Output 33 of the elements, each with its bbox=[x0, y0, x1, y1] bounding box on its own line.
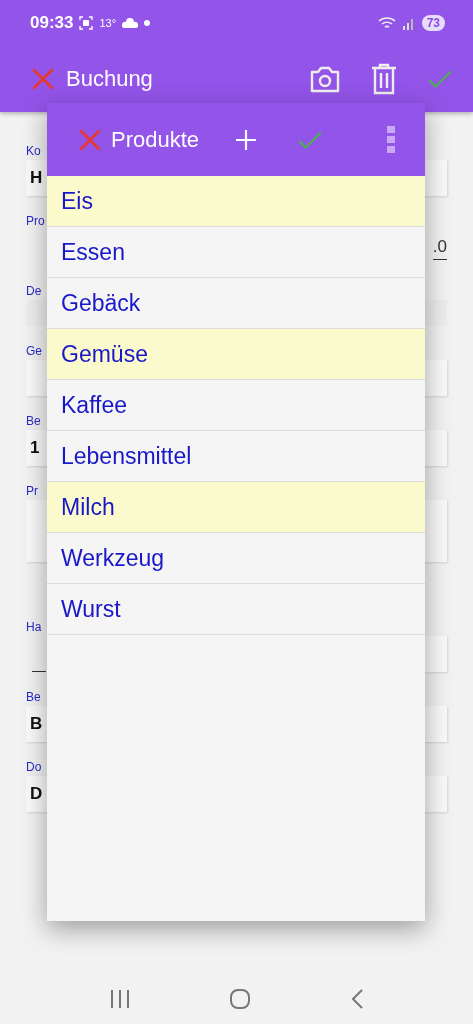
field-label: Ha bbox=[26, 620, 42, 634]
trash-icon[interactable] bbox=[371, 62, 397, 95]
list-item[interactable]: Kaffee bbox=[47, 380, 425, 431]
cloud-icon bbox=[122, 17, 139, 28]
field-label: Pr bbox=[26, 484, 38, 498]
list-item[interactable]: Wurst bbox=[47, 584, 425, 635]
status-time: 09:33 bbox=[30, 12, 74, 33]
more-icon[interactable] bbox=[387, 125, 395, 154]
list-item[interactable]: Essen bbox=[47, 227, 425, 278]
field-label: Ko bbox=[26, 144, 41, 158]
wifi-icon bbox=[377, 15, 396, 30]
field-label: Be bbox=[26, 414, 41, 428]
field-label: De bbox=[26, 284, 42, 298]
home-icon[interactable] bbox=[229, 988, 252, 1010]
camera-icon[interactable] bbox=[309, 64, 341, 93]
list-item[interactable]: Werkzeug bbox=[47, 533, 425, 584]
field-value: .0 bbox=[432, 236, 447, 260]
field-label: Pro bbox=[26, 214, 45, 228]
dot-icon bbox=[144, 19, 151, 26]
dialog-title: Produkte bbox=[111, 126, 201, 153]
field-label: Ge bbox=[26, 344, 42, 358]
field-label: Do bbox=[26, 760, 42, 774]
screenshot-icon bbox=[79, 15, 94, 30]
temperature: 13° bbox=[99, 16, 117, 29]
list-item[interactable]: Gemüse bbox=[47, 329, 425, 380]
app-title: Buchung bbox=[66, 65, 154, 92]
battery-level: 73 bbox=[421, 14, 445, 31]
back-icon[interactable] bbox=[349, 988, 364, 1010]
list-item[interactable]: Milch bbox=[47, 482, 425, 533]
recent-apps-icon[interactable] bbox=[109, 989, 132, 1009]
list-item[interactable]: Eis bbox=[47, 176, 425, 227]
add-icon[interactable] bbox=[235, 128, 257, 151]
field-label: Be bbox=[26, 690, 41, 704]
